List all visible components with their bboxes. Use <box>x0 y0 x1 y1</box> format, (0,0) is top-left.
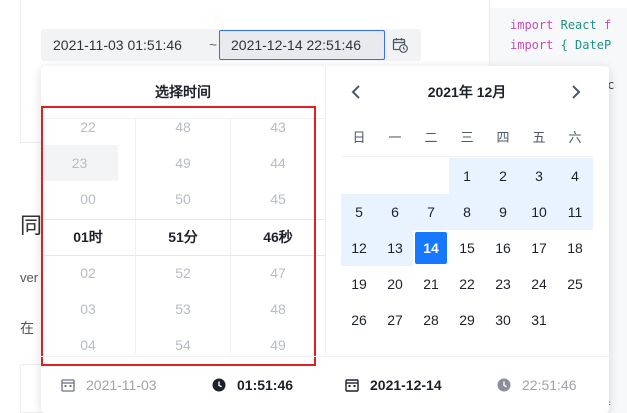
code-identifier: { DateP <box>560 38 612 52</box>
end-datetime-field[interactable]: 2021-12-14 22:51:46 <box>219 30 385 60</box>
calendar-clock-icon[interactable] <box>392 37 408 53</box>
calendar-day-selected[interactable]: 14 <box>413 230 449 266</box>
calendar-day[interactable]: 13 <box>377 230 413 266</box>
calendar-day[interactable]: 2 <box>485 158 521 194</box>
calendar-day[interactable]: 7 <box>413 194 449 230</box>
calendar-day[interactable]: 19 <box>341 266 377 302</box>
calendar-day[interactable]: 23 <box>485 266 521 302</box>
hour-option[interactable]: 00 <box>41 181 135 217</box>
minute-option[interactable]: 53 <box>136 291 230 327</box>
weekday-label: 五 <box>532 130 546 145</box>
calendar-day[interactable]: 10 <box>521 194 557 230</box>
time-columns: 22 23 00 01时 02 03 04 48 49 50 51分 52 53… <box>41 118 325 358</box>
code-keyword: f <box>603 18 612 32</box>
calendar-day[interactable]: 30 <box>485 302 521 338</box>
second-option[interactable]: 47 <box>231 255 325 291</box>
weekday-header: 日 一 二 三 四 五 六 <box>341 126 593 150</box>
calendar-day[interactable]: 29 <box>449 302 485 338</box>
calendar-day[interactable]: 3 <box>521 158 557 194</box>
calendar-day[interactable]: 18 <box>557 230 593 266</box>
code-line: import { DateP <box>510 38 611 52</box>
clock-icon <box>212 378 226 392</box>
second-column[interactable]: 43 44 45 46秒 47 48 49 <box>231 119 325 354</box>
panel-divider <box>325 66 326 356</box>
calendar-day[interactable]: 5 <box>341 194 377 230</box>
minute-column[interactable]: 48 49 50 51分 52 53 54 <box>136 119 231 354</box>
page: 同 ver 在 import React f import { DateP ic… <box>0 0 627 413</box>
minute-option-selected[interactable]: 51分 <box>136 219 230 255</box>
second-option[interactable]: 45 <box>231 181 325 217</box>
weekday-label: 四 <box>496 130 510 145</box>
calendar-day[interactable]: 9 <box>485 194 521 230</box>
footer-start-date-text: 2021-11-03 <box>86 377 157 393</box>
hour-option[interactable]: 22 <box>41 109 135 145</box>
section-heading: 同 <box>20 213 43 238</box>
calendar-day[interactable]: 4 <box>557 158 593 194</box>
calendar-icon <box>345 379 359 392</box>
popup-footer: 2021-11-03 01:51:46 2021-12-14 22:51:46 <box>41 356 609 413</box>
date-range-input: 2021-11-03 01:51:46 ~ 2021-12-14 22:51:4… <box>41 29 421 61</box>
calendar-day[interactable]: 20 <box>377 266 413 302</box>
hour-column[interactable]: 22 23 00 01时 02 03 04 <box>41 119 136 354</box>
minute-option[interactable]: 52 <box>136 255 230 291</box>
calendar-day[interactable]: 27 <box>377 302 413 338</box>
paragraph-text: 在 <box>20 320 34 336</box>
calendar-month-title: 2021年 12月 <box>427 84 507 100</box>
footer-start-date[interactable]: 2021-11-03 <box>61 373 191 397</box>
code-keyword: import <box>510 18 554 32</box>
chevron-left-icon[interactable] <box>344 80 368 104</box>
weekday-label: 二 <box>424 130 438 145</box>
second-option-selected[interactable]: 46秒 <box>231 219 325 255</box>
hour-option[interactable]: 02 <box>41 255 135 291</box>
footer-end-date[interactable]: 2021-12-14 <box>345 373 475 397</box>
code-keyword: import <box>510 38 554 52</box>
minute-option[interactable]: 48 <box>136 109 230 145</box>
code-identifier: React <box>560 18 597 32</box>
range-separator: ~ <box>209 37 217 52</box>
hour-option[interactable]: 23 <box>41 145 118 181</box>
hour-option[interactable]: 03 <box>41 291 135 327</box>
start-datetime-field[interactable]: 2021-11-03 01:51:46 <box>41 29 207 61</box>
second-option[interactable]: 44 <box>231 145 325 181</box>
calendar-day[interactable]: 25 <box>557 266 593 302</box>
footer-end-date-text: 2021-12-14 <box>370 377 442 393</box>
weekday-label: 三 <box>460 130 474 145</box>
footer-end-time[interactable]: 22:51:46 <box>497 373 597 397</box>
chevron-right-icon[interactable] <box>564 80 588 104</box>
calendar-day[interactable]: 16 <box>485 230 521 266</box>
calendar-day[interactable]: 11 <box>557 194 593 230</box>
calendar-day[interactable]: 15 <box>449 230 485 266</box>
weekday-label: 一 <box>388 130 402 145</box>
minute-option[interactable]: 49 <box>136 145 230 181</box>
minute-option[interactable]: 50 <box>136 181 230 217</box>
calendar-day[interactable]: 12 <box>341 230 377 266</box>
footer-end-time-text: 22:51:46 <box>522 377 577 393</box>
calendar-day[interactable]: 8 <box>449 194 485 230</box>
footer-start-time[interactable]: 01:51:46 <box>212 373 312 397</box>
footer-start-time-text: 01:51:46 <box>237 377 294 393</box>
calendar-day[interactable]: 24 <box>521 266 557 302</box>
calendar-day[interactable]: 21 <box>413 266 449 302</box>
second-option[interactable]: 43 <box>231 109 325 145</box>
datetime-range-popup: 选择时间 22 23 00 01时 02 03 04 48 49 50 51分 … <box>41 66 609 413</box>
calendar-day-label: 14 <box>415 232 447 264</box>
paragraph-text: ver <box>20 270 39 285</box>
calendar-day[interactable]: 22 <box>449 266 485 302</box>
divider <box>341 156 593 157</box>
second-option[interactable]: 48 <box>231 291 325 327</box>
clock-icon <box>497 378 511 392</box>
code-line: import React f <box>510 18 611 32</box>
calendar-day[interactable]: 28 <box>413 302 449 338</box>
calendar-day[interactable]: 6 <box>377 194 413 230</box>
calendar-icon <box>61 379 75 392</box>
hour-option-selected[interactable]: 01时 <box>41 219 135 255</box>
calendar-day[interactable]: 1 <box>449 158 485 194</box>
calendar-day[interactable]: 17 <box>521 230 557 266</box>
calendar-day[interactable]: 31 <box>521 302 557 338</box>
calendar-day[interactable]: 26 <box>341 302 377 338</box>
calendar-day-grid: 1 2 3 4 5 6 7 8 9 10 11 12 13 14 15 16 17 18 19 20 21 22 23 24 2… <box>341 158 593 338</box>
weekday-label: 日 <box>352 130 366 145</box>
weekday-label: 六 <box>568 130 582 145</box>
